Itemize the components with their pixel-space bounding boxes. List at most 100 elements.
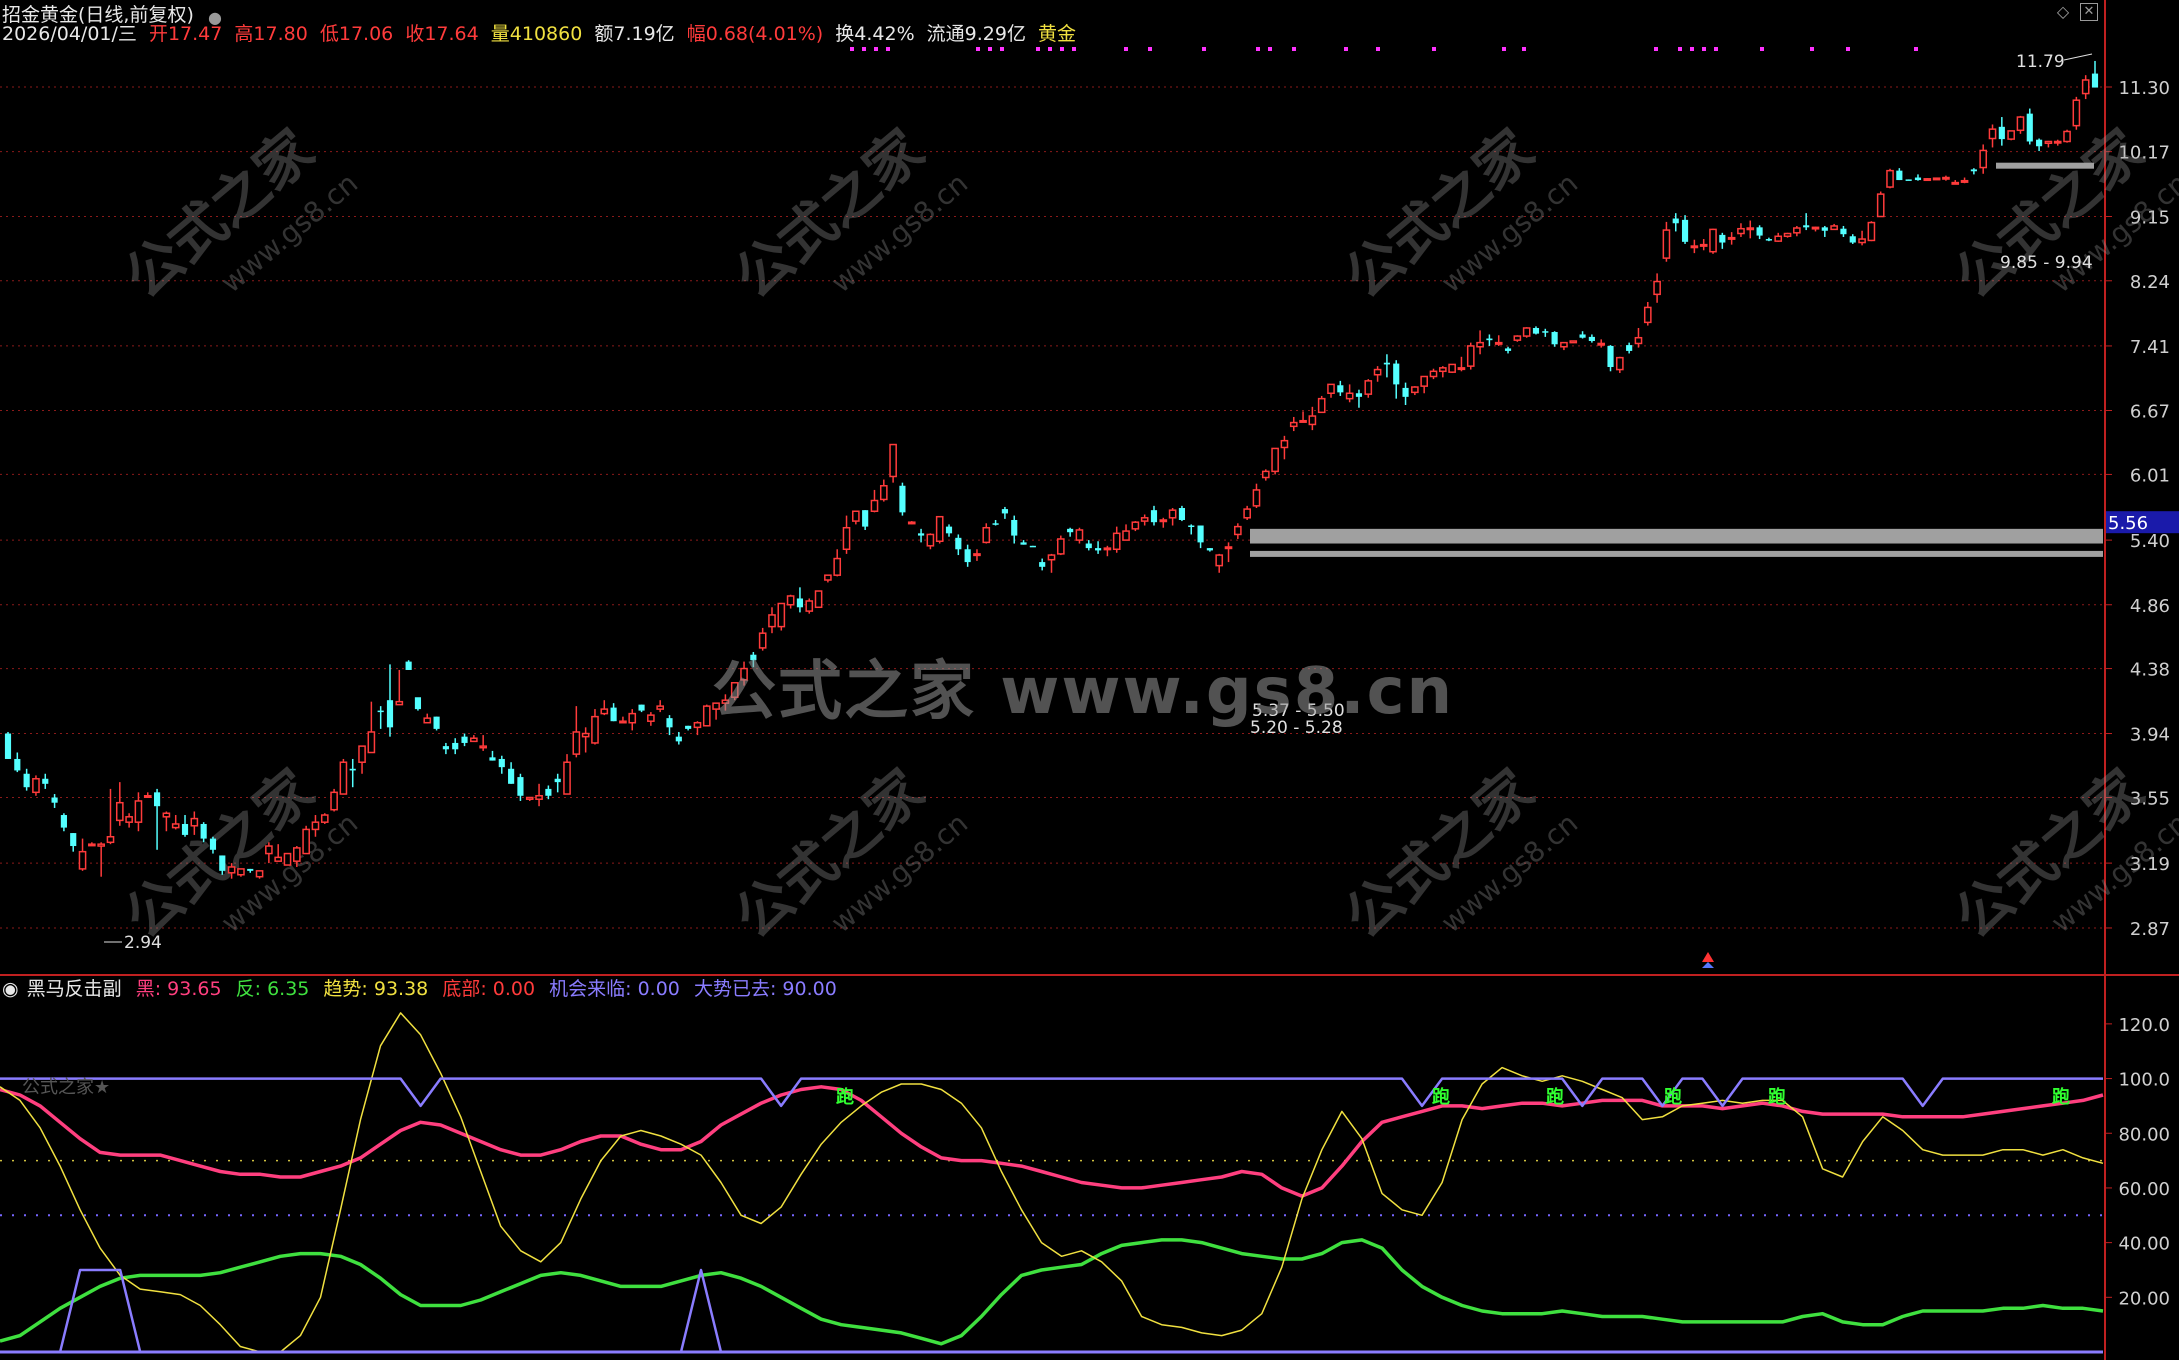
candle-body-up — [171, 823, 180, 829]
candle-body-up — [1131, 521, 1140, 530]
hei-label: 黑: — [135, 978, 162, 1000]
candle-body-down — [60, 815, 67, 828]
candle-body-up — [293, 847, 301, 862]
candle-body-up — [1867, 221, 1876, 242]
candle-body-up — [1168, 509, 1177, 519]
diamond-icon[interactable]: ◇ — [2054, 3, 2072, 21]
candle-body-up — [237, 868, 245, 876]
ind-tick-label: 100.0 — [2118, 1070, 2170, 1091]
signal-dot — [1124, 47, 1128, 51]
indicator-toggle-icon[interactable]: ◉ — [2, 978, 19, 1000]
candle-body-up — [1448, 363, 1456, 373]
ind-tick-label: 20.00 — [2118, 1288, 2170, 1309]
candle-body-down — [638, 704, 645, 711]
high-price-arrow — [2063, 53, 2093, 61]
candle-body-up — [600, 708, 609, 715]
candle-body-down — [377, 710, 384, 713]
candle-body-up — [2072, 99, 2081, 127]
candle-body-down — [23, 773, 30, 788]
trend-label: 趋势: — [323, 978, 368, 1000]
chance-label: 机会来临: — [549, 978, 632, 1000]
candle-body-down — [675, 736, 682, 742]
candle-body-up — [935, 515, 944, 542]
candle-body-up — [1653, 280, 1661, 296]
candle-body-up — [1466, 345, 1475, 367]
candle-body-down — [1188, 525, 1195, 528]
candle-body-up — [1075, 529, 1084, 541]
candle-body-up — [32, 778, 40, 794]
candle-body-down — [1039, 562, 1046, 567]
series-line-大势已去 — [0, 1077, 2103, 1108]
candle-body-down — [153, 792, 161, 807]
candle-body-down — [349, 768, 356, 771]
candle-body-down — [862, 510, 869, 527]
candle-body-up — [563, 761, 571, 795]
candle-body-down — [1085, 543, 1092, 549]
candle-body-down — [1672, 218, 1679, 224]
candle-body-down — [1355, 393, 1363, 397]
candle-body-up — [647, 714, 655, 722]
candle-body-up — [1215, 554, 1224, 567]
candle-body-up — [274, 856, 283, 862]
candle-body-up — [1112, 532, 1121, 551]
candle-body-up — [1727, 236, 1736, 240]
candle-body-down — [1402, 387, 1409, 397]
price-tick-label: 11.30 — [2118, 78, 2170, 99]
candle-body-up — [1793, 227, 1801, 234]
candle-body-up — [1243, 508, 1251, 519]
gone-legend: 大势已去: 90.00 — [694, 978, 837, 1000]
event-marker-blue — [1702, 962, 1714, 968]
candle-body-down — [209, 838, 217, 850]
candle-body-up — [1261, 470, 1270, 479]
candle-body-down — [1905, 179, 1912, 181]
hei-legend: 黑: 93.65 — [136, 978, 222, 1000]
sector-label[interactable]: 黄金 — [1038, 23, 1076, 45]
candle-body-down — [1970, 169, 1977, 172]
candle-body-up — [879, 485, 888, 501]
signal-dot — [1344, 47, 1348, 51]
candle-body-up — [870, 499, 879, 512]
watermark-tile: 公式之家www.gs8.cn — [1943, 758, 2179, 952]
date-label: 2026/04/01/三 — [2, 23, 137, 45]
candle-body-up — [572, 731, 581, 755]
watermark-tile: 公式之家www.gs8.cn — [723, 118, 974, 312]
candle-body-up — [525, 796, 534, 800]
candle-body-down — [489, 757, 496, 761]
candle-body-up — [1737, 227, 1745, 235]
candle-body-up — [106, 835, 115, 844]
signal-dot — [1702, 47, 1706, 51]
candle-body-down — [1001, 509, 1008, 514]
ind-tick-label: 40.00 — [2118, 1234, 2170, 1255]
gone-label: 大势已去: — [693, 978, 777, 1000]
price-info-line: 2026/04/01/三 开17.47 高17.80 低17.06 收17.64… — [2, 20, 1082, 48]
candle-body-up — [1234, 525, 1242, 536]
candle-body-up — [1783, 232, 1792, 238]
candle-body-up — [1224, 546, 1233, 550]
candle-body-up — [824, 574, 832, 581]
candle-body-up — [311, 821, 320, 831]
candle-body-up — [1569, 340, 1578, 344]
candle-body-down — [1821, 227, 1828, 231]
trend-value: 93.38 — [373, 978, 429, 1000]
candle-body-up — [591, 715, 599, 744]
candle-body-up — [302, 828, 310, 855]
candle-body-down — [70, 833, 77, 847]
candle-body-up — [1420, 375, 1429, 387]
candle-body-up — [907, 521, 916, 525]
turnover-label: 换4.42% — [835, 23, 915, 45]
candle-body-up — [115, 801, 124, 822]
candle-body-up — [1122, 530, 1130, 541]
candle-body-up — [125, 816, 133, 823]
watermark-tile: 公式之家www.gs8.cn — [113, 118, 364, 312]
candle-body-down — [1756, 227, 1763, 236]
candle-body-up — [1327, 383, 1335, 395]
ind-tick-label: 60.00 — [2118, 1179, 2170, 1200]
close-panel-icon[interactable]: ✕ — [2080, 3, 2098, 21]
zone-bar-9.85 — [1996, 162, 2094, 169]
gone-value: 90.00 — [782, 978, 837, 1000]
series-line-反 — [0, 1238, 2104, 1346]
candle-body-up — [1103, 547, 1112, 551]
indicator-name[interactable]: 黑马反击副 — [27, 978, 122, 1000]
candle-body-up — [973, 553, 981, 557]
run-marker: 跑 — [2052, 1086, 2070, 1108]
